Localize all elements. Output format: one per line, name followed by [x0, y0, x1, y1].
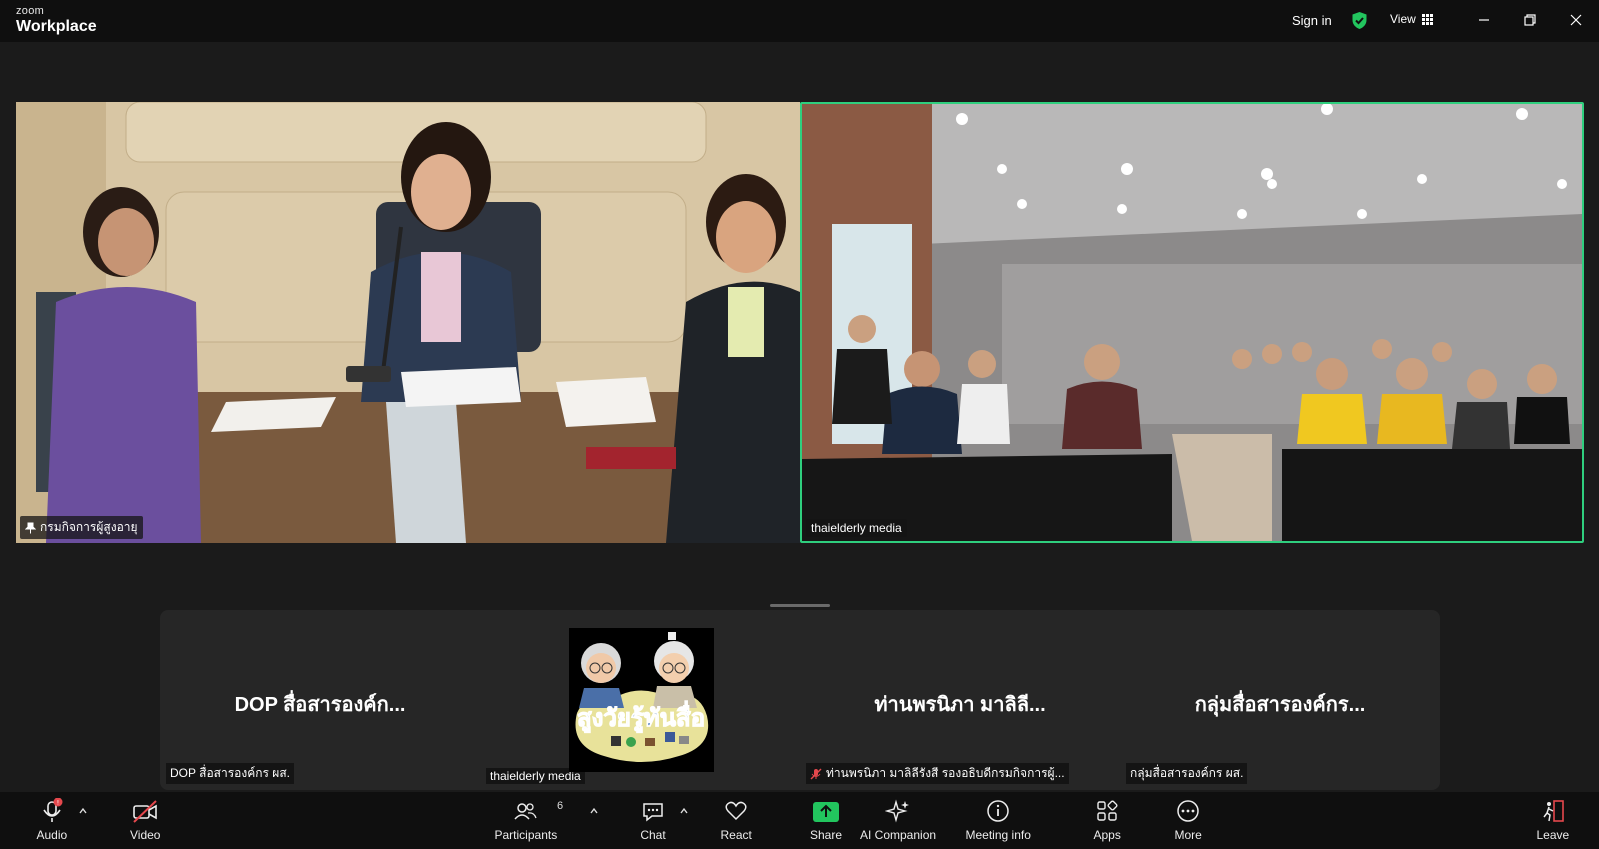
grid-icon: [1421, 13, 1433, 25]
chat-button[interactable]: Chat: [640, 798, 666, 842]
participant-tile[interactable]: กลุ่มสื่อสารองค์กร... กลุ่มสื่อสารองค์กร…: [1120, 610, 1440, 790]
participants-count-badge: 6: [557, 800, 564, 812]
title-bar: zoom Workplace Sign in View: [0, 0, 1599, 42]
participant-display-name: ท่านพรนิภา มาลิลี...: [874, 694, 1046, 716]
participant-name-tag: กลุ่มสื่อสารองค์กร ผส.: [1126, 763, 1248, 784]
video-feed-seminar-room: [802, 104, 1582, 541]
audio-label: Audio: [36, 828, 68, 842]
sign-in-link[interactable]: Sign in: [1292, 13, 1332, 28]
participant-strip: DOP สื่อสารองค์ก... DOP สื่อสารองค์กร ผส…: [160, 610, 1440, 790]
mic-muted-icon: [810, 768, 822, 779]
ai-sparkle-icon: [885, 799, 910, 823]
apps-label: Apps: [1093, 828, 1121, 842]
audio-options-chevron-icon[interactable]: [78, 806, 88, 816]
apps-icon: [1097, 800, 1118, 821]
ai-companion-label: AI Companion: [860, 828, 937, 842]
leave-label: Leave: [1536, 828, 1570, 842]
video-off-icon: [133, 800, 158, 823]
participant-name: ท่านพรนิภา มาลิลีรังสี รองอธิบดีกรมกิจกา…: [826, 766, 1065, 780]
video-tile-left[interactable]: กรมกิจการผู้สูงอายุ: [16, 102, 800, 543]
participant-name: กลุ่มสื่อสารองค์กร ผส.: [1130, 766, 1244, 780]
strip-resize-handle[interactable]: [770, 604, 830, 607]
svg-text:!: !: [57, 800, 59, 807]
more-button[interactable]: More: [1175, 798, 1202, 842]
video-button[interactable]: Video: [130, 798, 160, 842]
chat-options-chevron-icon[interactable]: [679, 806, 689, 816]
participant-name: thaielderly media: [490, 769, 581, 783]
zoom-workplace-logo: zoom Workplace: [16, 6, 97, 35]
share-screen-icon: [813, 802, 840, 822]
video-feed-conference-room: [16, 102, 800, 543]
participants-icon: [514, 803, 537, 820]
share-button[interactable]: Share: [810, 798, 842, 842]
participant-name-tag: ท่านพรนิภา มาลิลีรังสี รองอธิบดีกรมกิจกา…: [806, 763, 1069, 784]
participant-name: กรมกิจการผู้สูงอายุ: [40, 520, 138, 534]
share-label: Share: [810, 828, 843, 842]
chat-bubble-icon: [643, 803, 663, 822]
brand-name: Workplace: [16, 18, 97, 35]
thaielderly-media-logo: สูงวัยรู้ทันสื่อ: [569, 628, 714, 772]
view-button[interactable]: View: [1390, 12, 1433, 26]
video-tile-right-active-speaker[interactable]: thaielderly media: [800, 102, 1584, 543]
leave-button[interactable]: Leave: [1536, 798, 1570, 842]
restore-icon[interactable]: [1520, 10, 1540, 30]
ai-companion-button[interactable]: AI Companion: [860, 798, 936, 842]
more-icon: [1177, 800, 1199, 822]
view-label: View: [1390, 12, 1416, 26]
participant-name-tag: thaielderly media: [806, 519, 907, 537]
video-label: Video: [130, 828, 161, 842]
brand-small: zoom: [16, 5, 45, 17]
participant-display-name: DOP สื่อสารองค์ก...: [234, 694, 406, 716]
participant-name-tag: กรมกิจการผู้สูงอายุ: [20, 516, 143, 539]
more-label: More: [1174, 828, 1202, 842]
pin-icon: [25, 522, 36, 533]
meeting-toolbar: ! Audio Video Participants 6 Chat React …: [0, 792, 1599, 849]
leave-door-icon: [1543, 800, 1564, 822]
info-icon: [987, 800, 1009, 822]
participants-label: Participants: [494, 828, 558, 842]
participants-button[interactable]: Participants: [494, 798, 558, 842]
minimize-icon[interactable]: [1474, 10, 1494, 30]
meeting-info-label: Meeting info: [965, 828, 1031, 842]
participant-name: thaielderly media: [811, 521, 902, 535]
react-button[interactable]: React: [721, 798, 752, 842]
participant-tile[interactable]: DOP สื่อสารองค์ก... DOP สื่อสารองค์กร ผส…: [160, 610, 480, 790]
audio-button[interactable]: ! Audio: [36, 798, 68, 842]
logo-wordmark: สูงวัยรู้ทันสื่อ: [577, 700, 705, 733]
heart-icon: [725, 801, 747, 821]
microphone-icon: !: [43, 798, 63, 822]
chat-label: Chat: [640, 828, 666, 842]
participants-options-chevron-icon[interactable]: [589, 806, 599, 816]
shield-check-icon[interactable]: [1351, 11, 1368, 30]
participant-display-name: กลุ่มสื่อสารองค์กร...: [1194, 694, 1366, 716]
react-label: React: [720, 828, 752, 842]
participant-name: DOP สื่อสารองค์กร ผส.: [170, 766, 290, 780]
meeting-info-button[interactable]: Meeting info: [966, 798, 1031, 842]
apps-button[interactable]: Apps: [1094, 798, 1121, 842]
participant-tile[interactable]: ท่านพรนิภา มาลิลี... ท่านพรนิภา มาลิลีรั…: [800, 610, 1120, 790]
close-icon[interactable]: [1566, 10, 1586, 30]
participant-name-tag: DOP สื่อสารองค์กร ผส.: [166, 763, 294, 784]
